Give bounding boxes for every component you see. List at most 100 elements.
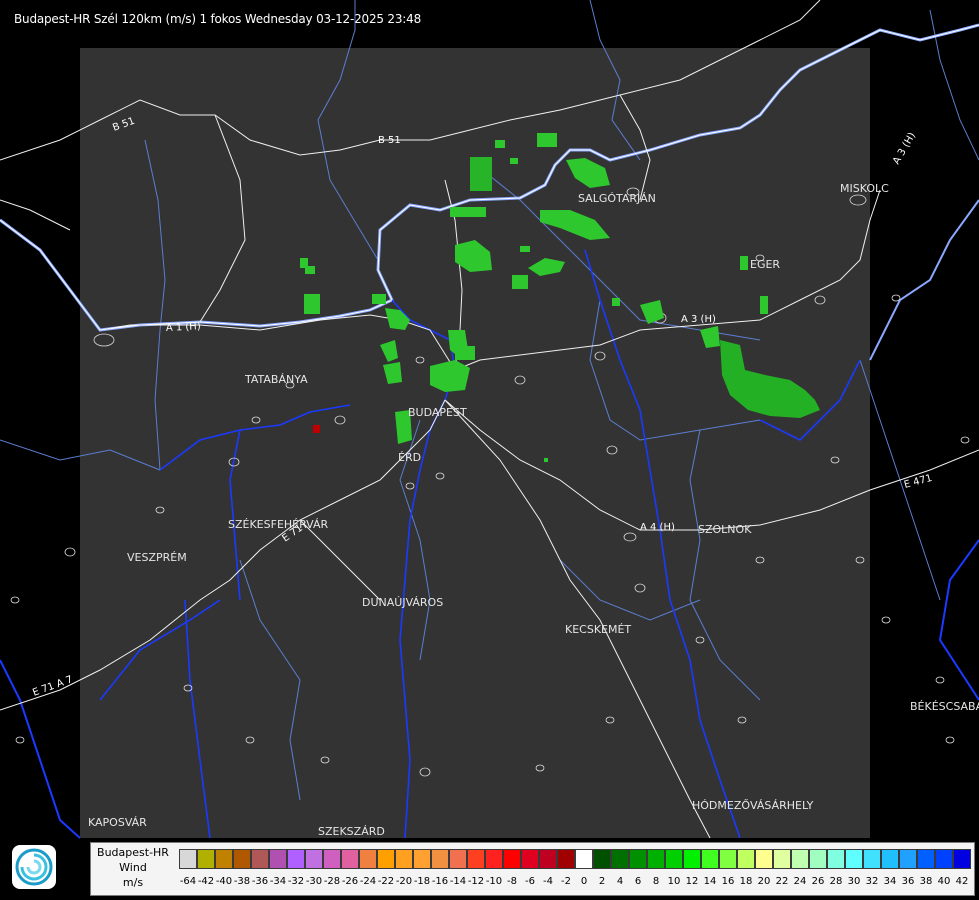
legend-tick: -6: [525, 876, 535, 887]
legend-tick: -4: [543, 876, 553, 887]
legend-swatch: [953, 849, 971, 869]
city-label-budapest: BUDAPEST: [408, 406, 467, 419]
legend-title-product: Wind: [119, 861, 147, 874]
legend-tick: -38: [233, 876, 251, 887]
legend-swatch: [917, 849, 935, 869]
city-label-tatabanya: TATABÁNYA: [244, 373, 308, 386]
legend-swatch: [881, 849, 899, 869]
legend-swatch: [665, 849, 683, 869]
legend-swatch: [827, 849, 845, 869]
city-label-salgotarjan: SALGÓTARJÁN: [578, 192, 656, 205]
legend-tick: -40: [215, 876, 233, 887]
city-label-hodmezovasarhely: HÓDMEZŐVÁSÁRHELY: [692, 798, 814, 812]
legend-swatch: [323, 849, 341, 869]
road-label-b51-east: B 51: [378, 135, 401, 146]
road-label-a4: A 4 (H): [640, 522, 675, 533]
legend-tick: 8: [652, 876, 660, 887]
legend-swatch: [863, 849, 881, 869]
city-label-szekszard: SZEKSZÁRD: [318, 825, 385, 838]
legend-swatch: [305, 849, 323, 869]
legend-swatch: [701, 849, 719, 869]
city-label-bekescsaba: BÉKÉSCSABA: [910, 700, 979, 713]
legend-swatch: [557, 849, 575, 869]
road-label-a1: A 1 (H): [166, 321, 202, 334]
city-label-kaposvar: KAPOSVÁR: [88, 816, 147, 829]
legend-color-scale: [179, 849, 971, 869]
legend-title-unit: m/s: [122, 876, 144, 889]
legend-tick: -12: [467, 876, 485, 887]
legend-swatch: [647, 849, 665, 869]
city-label-miskolc: MISKOLC: [840, 182, 889, 195]
legend-swatch: [233, 849, 251, 869]
road-label-a3-mid: A 3 (H): [681, 314, 716, 325]
legend-tick: 16: [721, 876, 735, 887]
legend-swatch: [377, 849, 395, 869]
legend-tick: -36: [251, 876, 269, 887]
legend-swatch: [755, 849, 773, 869]
legend-tick: 0: [580, 876, 588, 887]
legend-swatch: [503, 849, 521, 869]
legend-tick: -24: [359, 876, 377, 887]
legend-tick: 20: [757, 876, 771, 887]
city-label-dunaujvaros: DUNAÚJVÁROS: [362, 596, 443, 609]
legend-swatch: [899, 849, 917, 869]
legend-title: Budapest-HR Wind m/s: [91, 845, 175, 890]
legend-swatch: [773, 849, 791, 869]
legend-swatch: [197, 849, 215, 869]
legend-tick: -20: [395, 876, 413, 887]
legend-swatch: [791, 849, 809, 869]
legend-tick: -28: [323, 876, 341, 887]
legend-swatch: [215, 849, 233, 869]
wind-legend: Budapest-HR Wind m/s -64 -42 -40 -38 -36 -34-…: [90, 842, 975, 896]
city-label-eger: EGER: [750, 258, 780, 271]
legend-swatch: [935, 849, 953, 869]
legend-tick: -2: [561, 876, 571, 887]
legend-swatch: [737, 849, 755, 869]
legend-swatch: [485, 849, 503, 869]
legend-tick: 6: [634, 876, 642, 887]
legend-tick: 40: [937, 876, 951, 887]
legend-tick: 26: [811, 876, 825, 887]
legend-tick: -14: [449, 876, 467, 887]
legend-tick: 34: [883, 876, 897, 887]
legend-tick: -18: [413, 876, 431, 887]
legend-tick: -26: [341, 876, 359, 887]
city-label-kecskemet: KECSKEMÉT: [565, 623, 631, 636]
legend-tick: 24: [793, 876, 807, 887]
negative-velocity-echo: [313, 425, 320, 433]
road-label-e471: E 471: [903, 473, 933, 491]
legend-swatch: [539, 849, 557, 869]
legend-tick: 14: [703, 876, 717, 887]
legend-swatch: [395, 849, 413, 869]
legend-swatch: [179, 849, 197, 869]
legend-swatch: [431, 849, 449, 869]
legend-tick: -30: [305, 876, 323, 887]
legend-tick: 42: [955, 876, 969, 887]
met-service-logo: [12, 845, 56, 889]
legend-tick: 38: [919, 876, 933, 887]
legend-tick: 22: [775, 876, 789, 887]
legend-tick: -64: [179, 876, 197, 887]
radar-map[interactable]: SALGÓTARJÁN MISKOLC EGER TATABÁNYA BUDAP…: [0, 0, 979, 840]
legend-tick: 28: [829, 876, 843, 887]
legend-title-radar: Budapest-HR: [97, 846, 169, 859]
legend-tick: 32: [865, 876, 879, 887]
legend-swatch: [359, 849, 377, 869]
legend-swatch: [809, 849, 827, 869]
legend-tick: 10: [667, 876, 681, 887]
legend-swatch: [287, 849, 305, 869]
legend-swatch: [611, 849, 629, 869]
swirl-logo-icon: [15, 848, 53, 886]
legend-tick: -16: [431, 876, 449, 887]
legend-swatch: [719, 849, 737, 869]
legend-tick: 2: [598, 876, 606, 887]
legend-tick: 12: [685, 876, 699, 887]
legend-tick: 4: [616, 876, 624, 887]
legend-swatch: [449, 849, 467, 869]
legend-swatch: [593, 849, 611, 869]
legend-swatch: [413, 849, 431, 869]
road-label-a3-north: A 3 (H): [891, 131, 918, 167]
legend-swatch: [575, 849, 593, 869]
legend-swatch: [629, 849, 647, 869]
legend-swatch: [845, 849, 863, 869]
